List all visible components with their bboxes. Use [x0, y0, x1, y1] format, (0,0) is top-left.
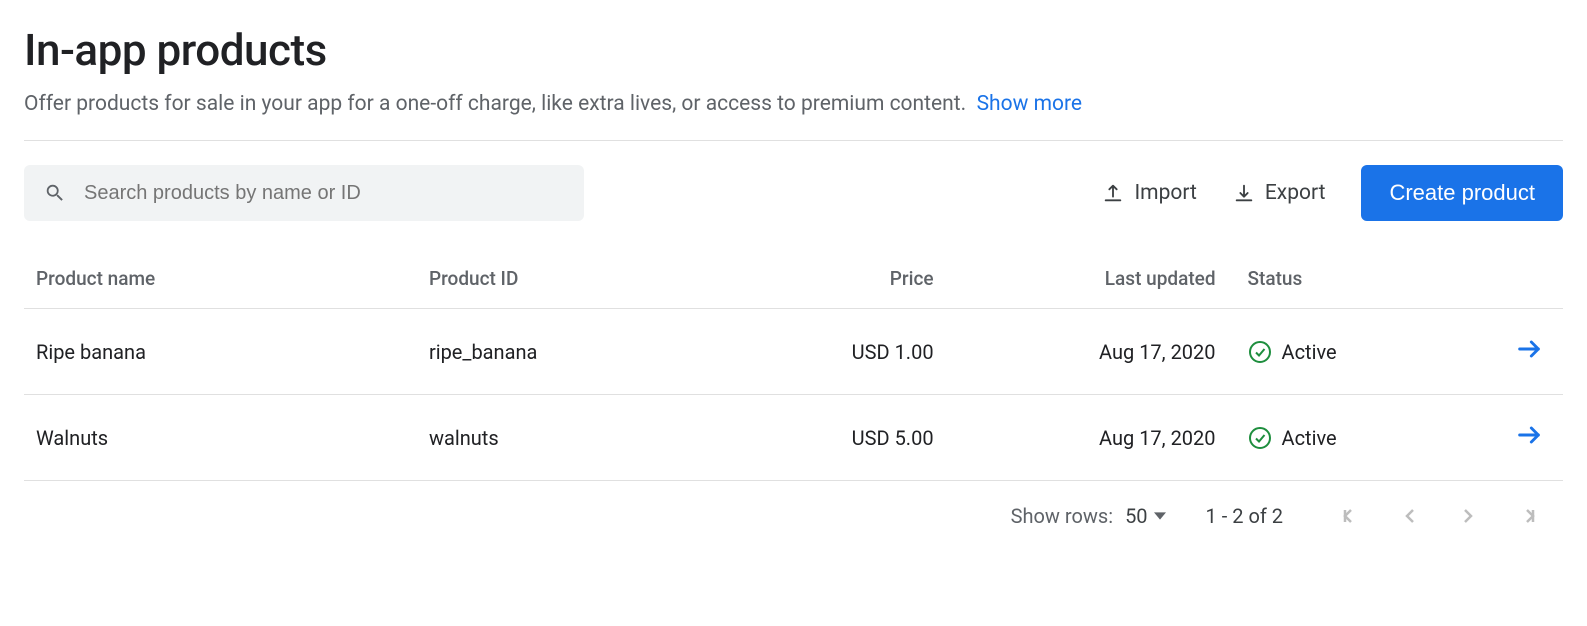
table-row[interactable]: Ripe bananaripe_bananaUSD 1.00Aug 17, 20…: [24, 309, 1563, 395]
col-updated: Last updated: [974, 249, 1236, 309]
table-row[interactable]: WalnutswalnutsUSD 5.00Aug 17, 2020 Active: [24, 395, 1563, 481]
last-page-button[interactable]: [1511, 501, 1541, 531]
col-status: Status: [1236, 249, 1465, 309]
pagination: Show rows: 50 1 - 2 of 2: [24, 481, 1563, 531]
search-box[interactable]: [24, 165, 584, 221]
download-icon: [1233, 182, 1255, 204]
arrow-right-icon[interactable]: [1515, 335, 1543, 363]
col-name: Product name: [24, 249, 417, 309]
export-button[interactable]: Export: [1233, 181, 1326, 205]
status-text: Active: [1282, 426, 1337, 450]
cell-name: Ripe banana: [24, 309, 417, 395]
page-range: 1 - 2 of 2: [1206, 504, 1283, 528]
import-button[interactable]: Import: [1102, 181, 1196, 205]
col-id: Product ID: [417, 249, 744, 309]
export-label: Export: [1265, 181, 1326, 205]
first-page-button[interactable]: [1337, 501, 1367, 531]
page-title: In-app products: [24, 24, 1563, 76]
col-price: Price: [744, 249, 973, 309]
create-product-button[interactable]: Create product: [1361, 165, 1563, 221]
cell-updated: Aug 17, 2020: [974, 395, 1236, 481]
cell-arrow: [1465, 395, 1563, 481]
cell-id: ripe_banana: [417, 309, 744, 395]
upload-icon: [1102, 182, 1124, 204]
rows-per-page-value: 50: [1125, 504, 1147, 528]
subtitle-text: Offer products for sale in your app for …: [24, 92, 966, 116]
arrow-right-icon[interactable]: [1515, 421, 1543, 449]
page-subtitle: Offer products for sale in your app for …: [24, 92, 1563, 116]
cell-id: walnuts: [417, 395, 744, 481]
search-input[interactable]: [82, 181, 564, 206]
cell-price: USD 1.00: [744, 309, 973, 395]
products-table: Product name Product ID Price Last updat…: [24, 249, 1563, 481]
table-header-row: Product name Product ID Price Last updat…: [24, 249, 1563, 309]
cell-arrow: [1465, 309, 1563, 395]
prev-page-button[interactable]: [1395, 501, 1425, 531]
check-circle-icon: [1248, 340, 1272, 364]
cell-updated: Aug 17, 2020: [974, 309, 1236, 395]
status-text: Active: [1282, 340, 1337, 364]
import-label: Import: [1134, 181, 1196, 205]
show-more-link[interactable]: Show more: [977, 92, 1082, 116]
divider: [24, 140, 1563, 141]
col-arrow: [1465, 249, 1563, 309]
search-icon: [44, 182, 66, 204]
show-rows-label: Show rows:: [1011, 504, 1113, 528]
toolbar: Import Export Create product: [24, 165, 1563, 221]
cell-name: Walnuts: [24, 395, 417, 481]
rows-per-page-select[interactable]: 50: [1125, 504, 1165, 528]
check-circle-icon: [1248, 426, 1272, 450]
dropdown-icon: [1154, 510, 1166, 522]
cell-status: Active: [1236, 309, 1465, 395]
cell-status: Active: [1236, 395, 1465, 481]
cell-price: USD 5.00: [744, 395, 973, 481]
next-page-button[interactable]: [1453, 501, 1483, 531]
